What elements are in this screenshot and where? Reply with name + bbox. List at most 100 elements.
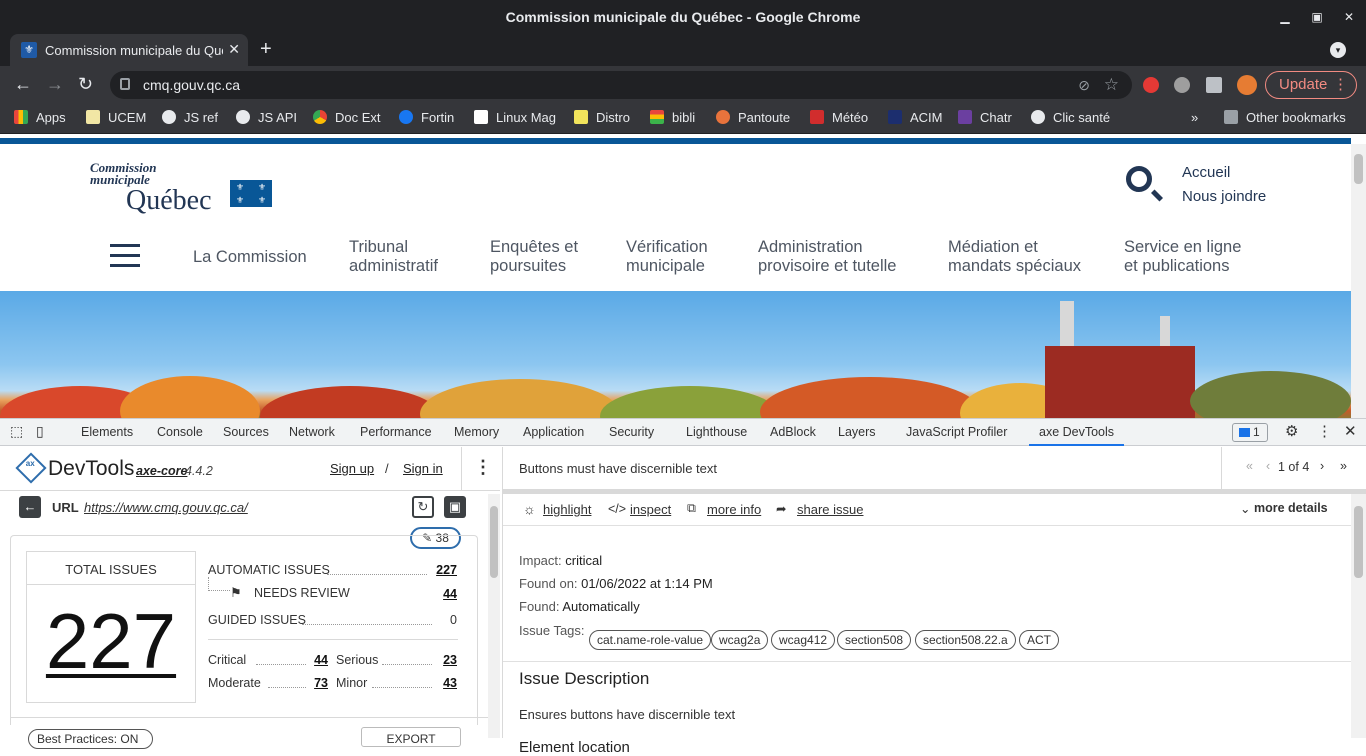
next-issue-icon[interactable]: › xyxy=(1320,459,1324,473)
inspect-element-icon[interactable]: ⬚ xyxy=(10,423,23,440)
page-scrollbar-thumb[interactable] xyxy=(1354,154,1363,184)
bookmark-clic-sante[interactable]: Clic santé xyxy=(1031,110,1110,128)
tab-layers[interactable]: Layers xyxy=(838,425,876,439)
more-details-toggle[interactable]: more details xyxy=(1254,501,1328,515)
tab-javascript-profiler[interactable]: JavaScript Profiler xyxy=(906,425,1007,439)
tab-adblock[interactable]: AdBlock xyxy=(770,425,816,439)
browser-tab[interactable]: ⚜ Commission municipale du Québec ✕ xyxy=(10,34,248,66)
inspect-action[interactable]: inspect xyxy=(630,502,671,517)
extension-icon[interactable] xyxy=(1174,77,1190,93)
share-issue-action[interactable]: share issue xyxy=(797,502,863,517)
bookmark-js-api[interactable]: JS API xyxy=(236,110,297,128)
bookmark-apps[interactable]: Apps xyxy=(14,110,66,128)
bookmark-bibli[interactable]: bibli xyxy=(650,110,695,128)
close-devtools-icon[interactable]: ✕ xyxy=(1344,422,1357,440)
serious-count[interactable]: 23 xyxy=(430,653,457,667)
axe-menu-icon[interactable]: ⋮ xyxy=(474,457,492,478)
nav-verification-municipale[interactable]: Vérification municipale xyxy=(626,238,708,276)
minimize-button[interactable]: ▁ xyxy=(1276,8,1294,26)
highlight-action[interactable]: highlight xyxy=(543,502,591,517)
address-url[interactable]: cmq.gouv.qc.ca xyxy=(143,77,240,93)
scanned-url-link[interactable]: https://www.cmq.gouv.qc.ca/ xyxy=(84,500,248,515)
sign-up-link[interactable]: Sign up xyxy=(330,461,374,476)
bookmark-doc-ext[interactable]: Doc Ext xyxy=(313,110,381,128)
tab-elements[interactable]: Elements xyxy=(81,425,133,439)
device-toolbar-icon[interactable]: ▯ xyxy=(36,423,44,440)
nav-tribunal-administratif[interactable]: Tribunal administratif xyxy=(349,238,438,276)
save-icon[interactable]: ▣ xyxy=(444,496,466,518)
adblock-extension-icon[interactable] xyxy=(1143,77,1159,93)
bookmark-linux-mag[interactable]: Linux Mag xyxy=(474,110,556,128)
moderate-count[interactable]: 73 xyxy=(300,676,328,690)
nav-mediation-mandats[interactable]: Médiation et mandats spéciaux xyxy=(948,238,1081,276)
right-panel-scrollbar[interactable] xyxy=(1351,494,1366,738)
total-issues-count[interactable]: 227 xyxy=(27,596,195,687)
issues-badge[interactable]: 1 xyxy=(1232,423,1268,442)
reload-button[interactable]: ↻ xyxy=(78,74,93,95)
update-button[interactable]: Update ⋮ xyxy=(1265,71,1357,99)
tab-sources[interactable]: Sources xyxy=(223,425,269,439)
bookmark-chatr[interactable]: Chatr xyxy=(958,110,1012,128)
new-tab-button[interactable]: + xyxy=(260,38,272,61)
needs-review-count[interactable]: 44 xyxy=(420,587,457,601)
left-scrollbar-thumb[interactable] xyxy=(490,506,498,578)
more-bookmarks-chevron-icon[interactable]: » xyxy=(1191,110,1198,128)
bookmark-distro[interactable]: Distro xyxy=(574,110,630,128)
rescan-icon[interactable]: ↻ xyxy=(412,496,434,518)
found-on-value: 01/06/2022 at 1:14 PM xyxy=(581,576,713,591)
tab-lighthouse[interactable]: Lighthouse xyxy=(686,425,747,439)
tab-performance[interactable]: Performance xyxy=(360,425,432,439)
page-scrollbar[interactable] xyxy=(1351,144,1366,418)
last-issue-icon[interactable]: » xyxy=(1340,459,1347,473)
minor-count[interactable]: 43 xyxy=(430,676,457,690)
nav-la-commission[interactable]: La Commission xyxy=(193,248,307,267)
bookmark-ucem[interactable]: UCEM xyxy=(86,110,146,128)
tab-console[interactable]: Console xyxy=(157,425,203,439)
avatar[interactable] xyxy=(1237,75,1257,95)
bookmark-acim[interactable]: ACIM xyxy=(888,110,943,128)
more-info-action[interactable]: more info xyxy=(707,502,761,517)
devtools-menu-icon[interactable]: ⋮ xyxy=(1317,422,1332,440)
maximize-button[interactable]: ▣ xyxy=(1308,8,1326,26)
forward-button[interactable]: → xyxy=(46,74,64,95)
back-button[interactable]: ← xyxy=(14,74,32,95)
address-bar[interactable]: cmq.gouv.qc.ca ⊘ ☆ xyxy=(110,71,1132,99)
bookmark-meteo[interactable]: Météo xyxy=(810,110,868,128)
link-nous-joindre[interactable]: Nous joindre xyxy=(1182,188,1266,205)
puzzle-icon[interactable] xyxy=(1206,77,1222,93)
bookmark-star-icon[interactable]: ☆ xyxy=(1104,75,1119,95)
tab-search-button[interactable]: ▾ xyxy=(1330,42,1346,58)
axe-core-link[interactable]: axe-core xyxy=(136,464,187,478)
nav-service-en-ligne[interactable]: Service en ligne et publications xyxy=(1124,238,1241,276)
right-scrollbar-thumb[interactable] xyxy=(1354,506,1363,578)
other-bookmarks[interactable]: Other bookmarks xyxy=(1224,110,1346,128)
hamburger-menu-icon[interactable] xyxy=(110,244,140,268)
search-icon[interactable] xyxy=(1126,166,1152,192)
tab-axe-devtools[interactable]: axe DevTools xyxy=(1029,425,1125,446)
first-issue-icon[interactable]: « xyxy=(1246,459,1253,473)
settings-gear-icon[interactable]: ⚙ xyxy=(1285,422,1298,440)
tab-memory[interactable]: Memory xyxy=(454,425,499,439)
left-panel-scrollbar[interactable] xyxy=(488,494,500,738)
tab-security[interactable]: Security xyxy=(609,425,654,439)
close-tab-icon[interactable]: ✕ xyxy=(228,41,240,58)
bookmark-js-ref[interactable]: JS ref xyxy=(162,110,218,128)
best-practices-toggle[interactable]: Best Practices: ON xyxy=(28,729,153,749)
tab-application[interactable]: Application xyxy=(523,425,584,439)
close-window-button[interactable]: ✕ xyxy=(1340,8,1358,26)
nav-enquetes-poursuites[interactable]: Enquêtes et poursuites xyxy=(490,238,578,276)
bookmark-pantoute[interactable]: Pantoute xyxy=(716,110,790,128)
back-arrow-icon[interactable]: ← xyxy=(19,496,41,518)
link-accueil[interactable]: Accueil xyxy=(1182,164,1230,181)
sign-in-link[interactable]: Sign in xyxy=(403,461,443,476)
bookmark-fortin[interactable]: Fortin xyxy=(399,110,454,128)
export-button[interactable]: EXPORT xyxy=(361,727,461,747)
critical-count[interactable]: 44 xyxy=(300,653,328,667)
nav-administration-provisoire[interactable]: Administration provisoire et tutelle xyxy=(758,238,897,276)
tab-network[interactable]: Network xyxy=(289,425,335,439)
automatic-issues-count[interactable]: 227 xyxy=(420,563,457,577)
found-on-label: Found on: xyxy=(519,576,578,591)
eye-off-icon[interactable]: ⊘ xyxy=(1078,77,1090,94)
prev-issue-icon[interactable]: ‹ xyxy=(1266,459,1270,473)
site-logo[interactable]: Commission municipale Québec xyxy=(90,161,212,216)
